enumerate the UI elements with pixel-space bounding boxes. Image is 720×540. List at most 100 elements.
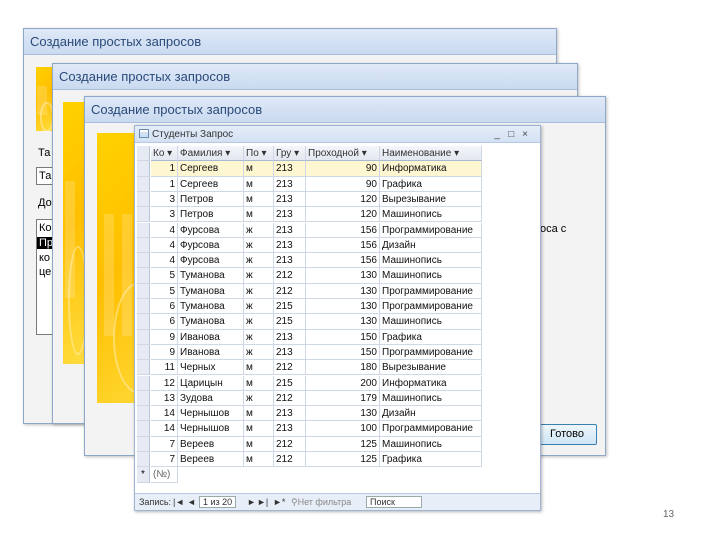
cell-score[interactable]: 130 xyxy=(306,314,380,330)
row-selector[interactable] xyxy=(137,207,150,223)
cell-score[interactable]: 150 xyxy=(306,329,380,345)
row-selector[interactable] xyxy=(137,375,150,391)
cell-surname[interactable]: Туманова xyxy=(178,268,244,284)
column-header-gender[interactable]: По ▾ xyxy=(244,146,274,162)
cell-code[interactable]: 6 xyxy=(151,299,178,315)
table-row[interactable]: 3 Петров м 213 120 Машинопись xyxy=(137,207,482,223)
minimize-icon[interactable]: _ xyxy=(495,129,509,140)
cell-surname[interactable]: Иванова xyxy=(178,344,244,361)
cell-name[interactable]: Информатика xyxy=(380,161,482,177)
maximize-icon[interactable]: □ xyxy=(508,129,522,140)
new-record-button[interactable]: ►* xyxy=(273,494,285,510)
row-selector[interactable] xyxy=(137,161,150,177)
table-row[interactable]: 14 Чернышов м 213 130 Дизайн xyxy=(137,406,482,422)
cell-group[interactable]: 212 xyxy=(274,268,306,284)
cell-group[interactable]: 213 xyxy=(274,344,306,361)
cell-gender[interactable]: ж xyxy=(244,253,274,269)
cell-surname[interactable]: Петров xyxy=(178,191,244,208)
cell-gender[interactable]: ж xyxy=(244,299,274,315)
cell-group[interactable]: 213 xyxy=(274,329,306,345)
row-selector[interactable] xyxy=(137,452,150,468)
cell-group[interactable]: 212 xyxy=(274,390,306,407)
table-row[interactable]: 1 Сергеев м 213 90 Графика xyxy=(137,176,482,192)
last-record-button[interactable]: ►| xyxy=(257,494,268,510)
cell-name[interactable]: Программирование xyxy=(380,344,482,361)
row-selector[interactable] xyxy=(137,268,150,284)
cell-surname[interactable]: Петров xyxy=(178,207,244,223)
table-row[interactable]: 3 Петров м 213 120 Вырезывание xyxy=(137,191,482,208)
cell-group[interactable]: 213 xyxy=(274,176,306,192)
cell-gender[interactable]: м xyxy=(244,161,274,177)
cell-group[interactable]: 213 xyxy=(274,161,306,177)
cell-surname[interactable]: Сергеев xyxy=(178,176,244,192)
cell-name[interactable]: Машинопись xyxy=(380,314,482,330)
cell-score[interactable]: 120 xyxy=(306,191,380,208)
cell-score[interactable]: 120 xyxy=(306,207,380,223)
row-selector[interactable] xyxy=(137,436,150,452)
cell-name[interactable]: Программирование xyxy=(380,299,482,315)
row-selector[interactable] xyxy=(137,314,150,330)
cell-gender[interactable]: ж xyxy=(244,283,274,299)
cell-gender[interactable]: ж xyxy=(244,329,274,345)
cell-surname[interactable]: Туманова xyxy=(178,283,244,299)
cell-gender[interactable]: м xyxy=(244,360,274,376)
cell-score[interactable]: 130 xyxy=(306,406,380,422)
cell-score[interactable]: 156 xyxy=(306,222,380,238)
cell-name[interactable]: Машинопись xyxy=(380,268,482,284)
table-row[interactable]: 4 Фурсова ж 213 156 Программирование xyxy=(137,222,482,238)
cell-name[interactable]: Графика xyxy=(380,329,482,345)
cell-score[interactable]: 156 xyxy=(306,253,380,269)
cell-score[interactable]: 156 xyxy=(306,237,380,254)
row-selector[interactable] xyxy=(137,237,150,254)
cell-group[interactable]: 215 xyxy=(274,375,306,391)
next-record-button[interactable]: ► xyxy=(247,494,256,510)
cell-gender[interactable]: м xyxy=(244,421,274,437)
table-row[interactable]: 9 Иванова ж 213 150 Программирование xyxy=(137,344,482,361)
cell-code[interactable]: 13 xyxy=(151,390,178,407)
cell-gender[interactable]: ж xyxy=(244,390,274,407)
table-row[interactable]: 1 Сергеев м 213 90 Информатика xyxy=(137,161,482,177)
cell-code[interactable]: 7 xyxy=(151,452,178,468)
cell-code[interactable]: 5 xyxy=(151,283,178,299)
cell-group[interactable]: 213 xyxy=(274,191,306,208)
row-selector[interactable] xyxy=(137,176,150,192)
row-selector[interactable] xyxy=(137,329,150,345)
cell-group[interactable]: 215 xyxy=(274,314,306,330)
cell-surname[interactable]: Фурсова xyxy=(178,222,244,238)
table-row[interactable]: 5 Туманова ж 212 130 Машинопись xyxy=(137,268,482,284)
cell-group[interactable]: 215 xyxy=(274,299,306,315)
table-row[interactable]: 9 Иванова ж 213 150 Графика xyxy=(137,329,482,345)
cell-surname[interactable]: Черных xyxy=(178,360,244,376)
cell-surname[interactable]: Иванова xyxy=(178,329,244,345)
cell-group[interactable]: 212 xyxy=(274,283,306,299)
cell-surname[interactable]: Туманова xyxy=(178,314,244,330)
cell-group[interactable]: 213 xyxy=(274,207,306,223)
table-row[interactable]: 5 Туманова ж 212 130 Программирование xyxy=(137,283,482,299)
wizard-list-item[interactable]: ко xyxy=(39,252,50,264)
cell-score[interactable]: 179 xyxy=(306,390,380,407)
row-selector[interactable] xyxy=(137,406,150,422)
cell-score[interactable]: 100 xyxy=(306,421,380,437)
cell-surname[interactable]: Вереев xyxy=(178,436,244,452)
first-record-button[interactable]: |◄ xyxy=(173,494,184,510)
cell-code[interactable]: 3 xyxy=(151,191,178,208)
cell-name[interactable]: Машинопись xyxy=(380,253,482,269)
cell-group[interactable]: 213 xyxy=(274,222,306,238)
cell-score[interactable]: 90 xyxy=(306,176,380,192)
cell-gender[interactable]: м xyxy=(244,452,274,468)
cell-group[interactable]: 212 xyxy=(274,360,306,376)
column-header-name[interactable]: Наименование ▾ xyxy=(380,146,482,162)
cell-code[interactable]: 4 xyxy=(151,222,178,238)
cell-gender[interactable]: ж xyxy=(244,344,274,361)
cell-group[interactable]: 213 xyxy=(274,253,306,269)
cell-code[interactable]: 12 xyxy=(151,375,178,391)
cell-code[interactable]: 6 xyxy=(151,314,178,330)
cell-score[interactable]: 180 xyxy=(306,360,380,376)
cell-surname[interactable]: Царицын xyxy=(178,375,244,391)
row-selector[interactable] xyxy=(137,390,150,407)
cell-surname[interactable]: Чернышов xyxy=(178,421,244,437)
cell-gender[interactable]: м xyxy=(244,436,274,452)
cell-name[interactable]: Программирование xyxy=(380,421,482,437)
cell-name[interactable]: Машинопись xyxy=(380,390,482,407)
cell-gender[interactable]: ж xyxy=(244,237,274,254)
